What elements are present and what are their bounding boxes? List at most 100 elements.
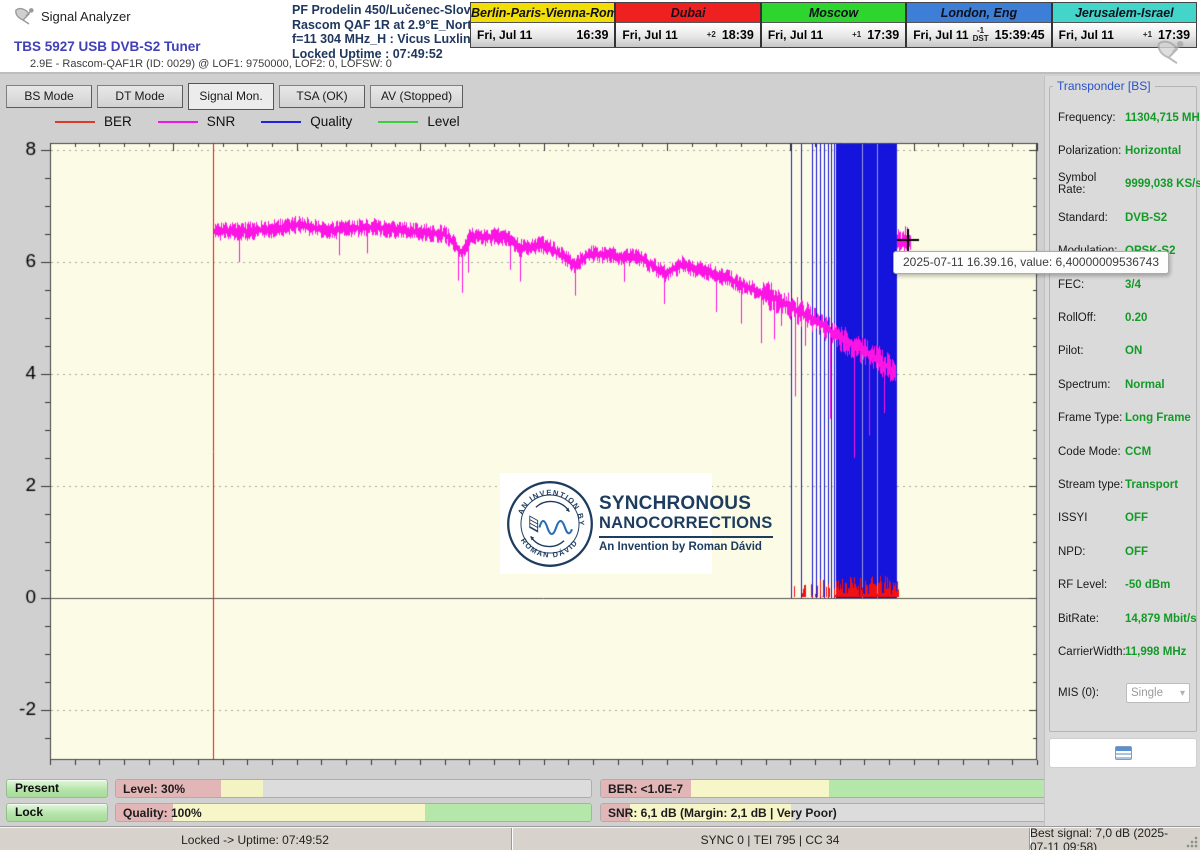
watermark-divider: [599, 536, 773, 538]
bar-segment: [829, 780, 1077, 797]
clock-date: Fri, Jul 11: [768, 28, 823, 42]
clock-offset-number: +1: [852, 31, 861, 39]
transponder-row: Pilot:ON: [1050, 335, 1196, 368]
transponder-row-value: 14,879 Mbit/s: [1125, 613, 1197, 625]
indicator-bar: Level: 30%: [115, 779, 592, 798]
clocks: Berlin-Paris-Vienna-RomaFri, Jul 1116:39…: [470, 2, 1197, 48]
bar-segment: [221, 780, 264, 797]
transponder-row-label: Frequency:: [1058, 112, 1125, 124]
transponder-row-label: FEC:: [1058, 279, 1125, 291]
transponder-row-label: Code Mode:: [1058, 446, 1125, 458]
transponder-row-label: Frame Type:: [1058, 412, 1125, 424]
watermark-tagline: An Invention by Roman Dávid: [599, 541, 773, 553]
clock-time-row: Fri, Jul 11 +1 17:39: [762, 23, 905, 47]
app-title-label: Signal Analyzer: [41, 9, 131, 24]
chart-legend: BERSNRQualityLevel: [55, 114, 460, 129]
transponder-row: CarrierWidth:11,998 MHz: [1050, 635, 1196, 668]
tab-signal-mon-[interactable]: Signal Mon.: [188, 83, 274, 110]
bar-segment: [425, 804, 591, 821]
clock-london-eng: London, Eng Fri, Jul 11 -1DST15:39:45: [905, 3, 1050, 47]
transponder-row-value: Long Frame: [1125, 412, 1191, 424]
clock-city-label: London, Eng: [907, 3, 1050, 23]
legend-item-quality: Quality: [261, 114, 352, 129]
clock-time: 17:39: [867, 28, 899, 42]
transponder-row-value: ON: [1125, 345, 1142, 357]
clock-moscow: Moscow Fri, Jul 11 +1 17:39: [760, 3, 905, 47]
transponder-row-value: -50 dBm: [1125, 579, 1170, 591]
bar-label: Quality: 100%: [123, 804, 202, 822]
clock-utc-offset: +2: [707, 31, 722, 39]
indicator-bar: Quality: 100%: [115, 803, 592, 822]
resize-grip[interactable]: [1186, 836, 1198, 848]
transponder-rows: Frequency:11304,715 MHzPolarization:Hori…: [1050, 101, 1196, 669]
transponder-row-label: Spectrum:: [1058, 379, 1125, 391]
transponder-row-value: 0.20: [1125, 312, 1147, 324]
transponder-row: ISSYIOFF: [1050, 502, 1196, 535]
clock-utc-offset: +1: [852, 31, 867, 39]
legend-line-swatch: [55, 121, 95, 123]
legend-item-level: Level: [378, 114, 459, 129]
clock-city-label: Moscow: [762, 3, 905, 23]
tab-tsa-ok-[interactable]: TSA (OK): [279, 85, 365, 108]
transponder-row-value: OFF: [1125, 546, 1148, 558]
transponder-row: Spectrum:Normal: [1050, 368, 1196, 401]
transponder-row-label: CarrierWidth:: [1058, 646, 1125, 658]
transponder-row-value: 11304,715 MHz: [1125, 112, 1200, 124]
transponder-row-value: Transport: [1125, 479, 1178, 491]
transponder-panel: Transponder [BS] Frequency:11304,715 MHz…: [1044, 76, 1200, 850]
transponder-row: Frequency:11304,715 MHz: [1050, 101, 1196, 134]
legend-line-swatch: [158, 121, 198, 123]
bar-label: SNR: 6,1 dB (Margin: 2,1 dB | Very Poor): [608, 804, 837, 822]
clock-date: Fri, Jul 11: [622, 28, 677, 42]
clock-time-row: Fri, Jul 1116:39: [471, 23, 614, 47]
transponder-row: BitRate:14,879 Mbit/s: [1050, 602, 1196, 635]
header: Signal Analyzer TBS 5927 USB DVB-S2 Tune…: [0, 0, 1200, 74]
bar-label: Level: 30%: [123, 780, 185, 798]
mode-tabs: BS ModeDT ModeSignal Mon.TSA (OK)AV (Sto…: [6, 85, 463, 110]
signal-analyzer-window: Signal Analyzer TBS 5927 USB DVB-S2 Tune…: [0, 0, 1200, 850]
signal-chart-canvas: [0, 76, 1044, 776]
transponder-row-label: Standard:: [1058, 212, 1125, 224]
transponder-title: Transponder [BS]: [1053, 79, 1155, 93]
clock-offset-number: +1: [1143, 31, 1152, 39]
transponder-row-label: RF Level:: [1058, 579, 1125, 591]
clock-time: 18:39: [722, 28, 754, 42]
tab-av-stopped-[interactable]: AV (Stopped): [370, 85, 463, 108]
clock-date: Fri, Jul 11: [913, 28, 968, 42]
clock-offset-sub: DST: [973, 35, 989, 43]
site-info-line: Rascom QAF 1R at 2.9°E_North: [292, 18, 495, 33]
clock-dubai: Dubai Fri, Jul 11 +218:39: [614, 3, 759, 47]
mis-dropdown[interactable]: Single ▾: [1126, 683, 1190, 703]
status-pill: Lock: [6, 803, 108, 822]
clock-city-label: Dubai: [616, 3, 759, 23]
transponder-row-value: 3/4: [1125, 279, 1141, 291]
transport-stream-button[interactable]: [1049, 738, 1197, 768]
clock-utc-offset: -1DST: [973, 27, 995, 43]
transponder-row: Stream type:Transport: [1050, 468, 1196, 501]
site-info-line: PF Prodelin 450/Lučenec-Slovakia: [292, 3, 495, 18]
clock-time-row: Fri, Jul 11 +218:39: [616, 23, 759, 47]
status-sync-counters: SYNC 0 | TEI 795 | CC 34: [511, 828, 1028, 850]
transponder-row: Frame Type:Long Frame: [1050, 402, 1196, 435]
bar-label: BER: <1.0E-7: [608, 780, 683, 798]
clock-date: Fri, Jul 11: [477, 28, 532, 42]
chart-value-tooltip: 2025-07-11 16.39.16, value: 6,4000000953…: [893, 251, 1169, 274]
transponder-row-value: DVB-S2: [1125, 212, 1167, 224]
legend-item-snr: SNR: [158, 114, 236, 129]
legend-label: Quality: [310, 114, 352, 129]
transponder-row-label: Pilot:: [1058, 345, 1125, 357]
tab-bs-mode[interactable]: BS Mode: [6, 85, 92, 108]
legend-line-swatch: [378, 121, 418, 123]
indicator-bar: SNR: 6,1 dB (Margin: 2,1 dB | Very Poor): [600, 803, 1078, 822]
indicator-bar: BER: <1.0E-7: [600, 779, 1078, 798]
transponder-row: Polarization:Horizontal: [1050, 134, 1196, 167]
status-best-signal: Best signal: 7,0 dB (2025-07-11 09:58): [1029, 828, 1185, 850]
chevron-down-icon: ▾: [1180, 688, 1185, 699]
transponder-row-value: OFF: [1125, 512, 1148, 524]
transponder-row-value: 11,998 MHz: [1125, 646, 1186, 658]
clock-time: 15:39:45: [995, 28, 1045, 42]
transponder-row: Symbol Rate:9999,038 KS/s: [1050, 168, 1196, 201]
mis-selected-value: Single: [1131, 687, 1163, 699]
tab-dt-mode[interactable]: DT Mode: [97, 85, 183, 108]
clock-city-label: Jerusalem-Israel: [1053, 3, 1196, 23]
